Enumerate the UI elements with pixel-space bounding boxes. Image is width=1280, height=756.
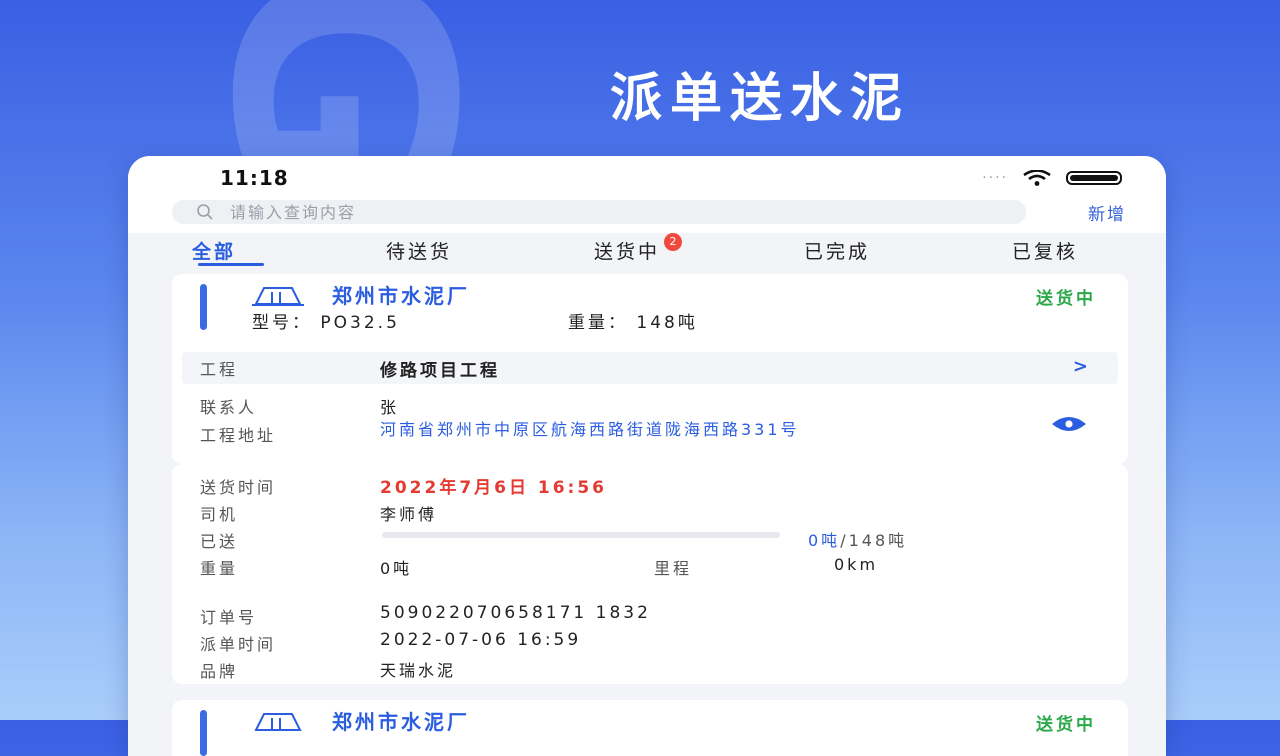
top-bar: 11:18 ···· 新增 [128, 156, 1166, 233]
add-button[interactable]: 新增 [1088, 200, 1126, 225]
order-no-label: 订单号 [200, 608, 258, 627]
project-label: 工程 [200, 360, 239, 379]
order-card-header: 郑州市水泥厂 送货中 型号： PO32.5 重量： 148吨 [172, 274, 1128, 346]
project-row[interactable]: 工程 修路项目工程 > [182, 352, 1118, 384]
tab-underline [198, 263, 264, 266]
chevron-right-icon[interactable]: > [1073, 356, 1088, 377]
weight-label: 重量： [568, 313, 628, 333]
address-value[interactable]: 河南省郑州市中原区航海西路街道陇海西路331号 [380, 422, 1030, 438]
status-time: 11:18 [220, 166, 289, 190]
tab-delivering[interactable]: 送货中 2 [594, 233, 683, 264]
contact-label: 联系人 [200, 398, 258, 417]
mileage-value: 0km [834, 555, 879, 574]
card-stripe [200, 710, 207, 756]
address-label: 工程地址 [200, 426, 277, 445]
delivery-card: 送货时间 2022年7月6日 16:56 司机 李师傅 已送 0吨/148吨 重… [172, 464, 1128, 684]
model-label: 型号： [252, 313, 312, 333]
wifi-icon [1023, 170, 1051, 186]
sent-done: 0吨 [808, 531, 841, 550]
signal-icon: ···· [982, 170, 1008, 186]
search-icon [197, 204, 213, 220]
sent-progress-bar [382, 532, 780, 538]
status-badge: 送货中 [1036, 289, 1096, 309]
dispatch-time-value: 2022-07-06 16:59 [380, 630, 582, 650]
order-no-value: 509022070658171 1832 [380, 603, 651, 623]
weight-value: 148吨 [636, 313, 698, 333]
status-icons: ···· [982, 170, 1122, 186]
weight2-value: 0吨 [380, 559, 413, 578]
card-stripe [200, 284, 207, 330]
driver-value: 李师傅 [380, 505, 438, 524]
factory-icon [254, 713, 302, 731]
mileage-label: 里程 [654, 559, 693, 578]
delivery-time-label: 送货时间 [200, 478, 277, 497]
battery-icon [1066, 171, 1122, 185]
driver-label: 司机 [200, 505, 239, 524]
project-value: 修路项目工程 [380, 361, 500, 381]
status-badge: 送货中 [1036, 715, 1096, 735]
weight2-label: 重量 [200, 559, 239, 578]
search-input[interactable] [228, 201, 932, 223]
tab-delivering-label: 送货中 [594, 241, 661, 263]
tab-badge: 2 [664, 233, 683, 251]
order-card[interactable]: 郑州市水泥厂 送货中 型号： PO32.5 重量： 148吨 工程 修路项目工程… [172, 274, 1128, 464]
factory-name: 郑州市水泥厂 [332, 710, 470, 734]
factory-name: 郑州市水泥厂 [332, 284, 470, 308]
location-pin-icon[interactable] [1050, 416, 1088, 436]
headline: 派单送水泥 [610, 69, 911, 129]
delivery-time-value: 2022年7月6日 16:56 [380, 478, 608, 498]
brand-value: 天瑞水泥 [380, 661, 457, 680]
tab-reviewed[interactable]: 已复核 [1012, 237, 1078, 264]
model-value: PO32.5 [320, 313, 400, 333]
tab-pending[interactable]: 待送货 [386, 237, 452, 264]
tab-completed[interactable]: 已完成 [804, 237, 870, 264]
tab-all[interactable]: 全部 [192, 237, 236, 264]
weight-spec: 重量： 148吨 [568, 308, 698, 333]
contact-value: 张 [380, 398, 400, 417]
factory-icon [252, 287, 304, 306]
next-order-card[interactable]: 郑州市水泥厂 送货中 [172, 700, 1128, 756]
dispatch-time-label: 派单时间 [200, 635, 277, 654]
tab-bar: 全部 待送货 送货中 2 已完成 已复核 [128, 233, 1166, 273]
sent-label: 已送 [200, 532, 239, 551]
sent-amount: 0吨/148吨 [808, 527, 907, 551]
brand-label: 品牌 [200, 662, 239, 681]
phone-screen: 11:18 ···· 新增 全部 待送货 送货中 2 已完成 已复核 [128, 156, 1166, 756]
model-spec: 型号： PO32.5 [252, 308, 400, 333]
search-bar[interactable] [172, 200, 1026, 224]
sent-total: /148吨 [840, 531, 908, 550]
